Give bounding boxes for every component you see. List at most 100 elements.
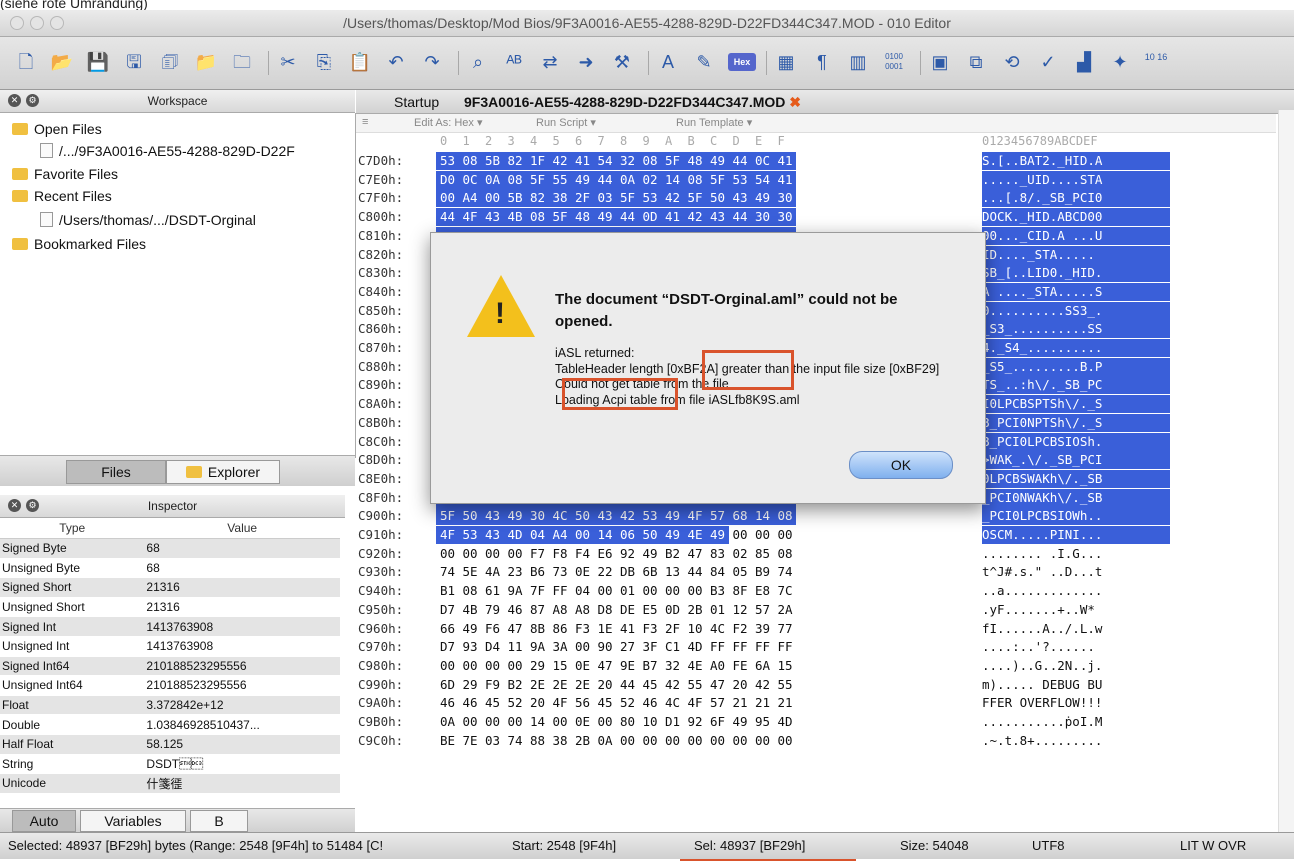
new-file-icon[interactable]: 🗋 bbox=[14, 50, 38, 74]
font-icon[interactable]: A bbox=[656, 50, 680, 74]
hex-byte[interactable]: 50 bbox=[463, 507, 485, 525]
ascii-text[interactable]: 0LPCBSWAKh\/._SB bbox=[982, 469, 1170, 488]
hex-byte[interactable]: 50 bbox=[575, 507, 597, 525]
hex-byte[interactable]: D7 bbox=[440, 638, 462, 656]
hex-byte[interactable]: 0E bbox=[575, 713, 597, 731]
hex-byte[interactable]: 30 bbox=[778, 208, 800, 226]
hex-byte[interactable]: 54 bbox=[755, 171, 777, 189]
hex-byte[interactable]: 41 bbox=[575, 152, 597, 170]
ascii-text[interactable]: ...........ṗoI.M bbox=[982, 713, 1170, 731]
hex-icon[interactable]: Hex bbox=[728, 53, 756, 71]
hex-byte[interactable]: 00 bbox=[463, 545, 485, 563]
hex-byte[interactable]: 10 bbox=[688, 620, 710, 638]
hex-byte[interactable]: 92 bbox=[688, 713, 710, 731]
hex-byte[interactable]: 4A bbox=[485, 563, 507, 581]
hex-byte[interactable]: 00 bbox=[710, 732, 732, 750]
hex-byte[interactable]: 00 bbox=[463, 657, 485, 675]
hex-byte[interactable]: 00 bbox=[440, 189, 462, 207]
hex-byte[interactable]: 47 bbox=[598, 657, 620, 675]
hex-byte[interactable]: 85 bbox=[755, 545, 777, 563]
hex-byte[interactable]: 00 bbox=[643, 582, 665, 600]
hex-byte[interactable]: 50 bbox=[643, 526, 665, 544]
hex-byte[interactable]: 0A bbox=[620, 171, 642, 189]
hex-byte[interactable]: 4B bbox=[508, 208, 530, 226]
hex-byte[interactable]: B1 bbox=[440, 582, 462, 600]
hex-byte[interactable]: F3 bbox=[575, 620, 597, 638]
ascii-text[interactable]: DOCK._HID.ABCD00 bbox=[982, 208, 1170, 227]
hex-byte[interactable]: 15 bbox=[553, 657, 575, 675]
hex-byte[interactable]: 0E bbox=[575, 563, 597, 581]
hex-byte[interactable]: 53 bbox=[440, 152, 462, 170]
hex-byte[interactable]: F2 bbox=[733, 620, 755, 638]
tab-auto[interactable]: Auto bbox=[12, 810, 76, 832]
ascii-text[interactable]: 00..._CID.A ...U bbox=[982, 226, 1170, 245]
favorite-files-item[interactable]: Favorite Files bbox=[12, 163, 367, 185]
ascii-text[interactable]: SB_[..LID0._HID. bbox=[982, 264, 1170, 283]
hex-byte[interactable]: 05 bbox=[733, 563, 755, 581]
col-value[interactable]: Value bbox=[144, 518, 340, 539]
hex-byte[interactable]: 0D bbox=[665, 601, 687, 619]
hex-byte[interactable]: 41 bbox=[778, 171, 800, 189]
hex-byte[interactable]: 74 bbox=[440, 563, 462, 581]
hex-byte[interactable]: B6 bbox=[530, 563, 552, 581]
hex-byte[interactable]: 53 bbox=[463, 526, 485, 544]
hex-byte[interactable]: 29 bbox=[530, 657, 552, 675]
hex-byte[interactable]: 03 bbox=[485, 732, 507, 750]
hex-byte[interactable]: 23 bbox=[508, 563, 530, 581]
hex-byte[interactable]: A4 bbox=[463, 189, 485, 207]
ascii-text[interactable]: _PCI0NWAKh\/._SB bbox=[982, 488, 1170, 507]
save-icon[interactable]: 💾 bbox=[86, 50, 110, 74]
hex-byte[interactable]: 4C bbox=[710, 620, 732, 638]
hex-byte[interactable]: 01 bbox=[620, 582, 642, 600]
save-all-icon[interactable]: 🗊 bbox=[158, 50, 182, 74]
hex-byte[interactable]: 46 bbox=[440, 694, 462, 712]
hex-byte[interactable]: 0A bbox=[485, 171, 507, 189]
hex-byte[interactable]: 42 bbox=[553, 152, 575, 170]
options-panel-icon[interactable]: ⚙ bbox=[26, 499, 39, 512]
hex-byte[interactable]: 88 bbox=[530, 732, 552, 750]
paste-icon[interactable]: 📋 bbox=[348, 50, 372, 74]
hex-byte[interactable]: 47 bbox=[688, 545, 710, 563]
inspector-row[interactable]: Unsigned Short 21316 bbox=[0, 597, 340, 618]
hex-byte[interactable]: A8 bbox=[553, 601, 575, 619]
hex-byte[interactable]: 08 bbox=[778, 507, 800, 525]
ascii-text[interactable]: t^J#.s." ..D...t bbox=[982, 563, 1170, 581]
hex-byte[interactable]: 00 bbox=[485, 189, 507, 207]
hex-byte[interactable]: 00 bbox=[485, 545, 507, 563]
hex-byte[interactable]: 00 bbox=[440, 545, 462, 563]
hex-byte[interactable]: 57 bbox=[710, 507, 732, 525]
hex-byte[interactable]: 95 bbox=[755, 713, 777, 731]
hex-byte[interactable]: 00 bbox=[778, 526, 800, 544]
hex-byte[interactable]: 43 bbox=[485, 526, 507, 544]
hex-byte[interactable]: 0C bbox=[463, 171, 485, 189]
hex-byte[interactable]: 93 bbox=[463, 638, 485, 656]
hex-byte[interactable]: 45 bbox=[598, 694, 620, 712]
hex-byte[interactable]: 5E bbox=[463, 563, 485, 581]
hex-byte[interactable]: 32 bbox=[620, 152, 642, 170]
hex-byte[interactable]: E5 bbox=[643, 601, 665, 619]
hex-byte[interactable]: 84 bbox=[710, 563, 732, 581]
hex-byte[interactable]: 4F bbox=[440, 526, 462, 544]
tab-startup[interactable]: Startup bbox=[394, 92, 439, 112]
inspector-row[interactable]: Float 3.372842e+12 bbox=[0, 695, 340, 716]
hex-byte[interactable]: 83 bbox=[710, 545, 732, 563]
hex-byte[interactable]: 14 bbox=[530, 713, 552, 731]
hex-byte[interactable]: 74 bbox=[778, 563, 800, 581]
hex-byte[interactable]: 2B bbox=[575, 732, 597, 750]
hex-byte[interactable]: 49 bbox=[508, 507, 530, 525]
hex-byte[interactable]: 21 bbox=[755, 694, 777, 712]
hex-byte[interactable]: 2A bbox=[778, 601, 800, 619]
hex-byte[interactable]: 86 bbox=[553, 620, 575, 638]
hex-byte[interactable]: 43 bbox=[485, 507, 507, 525]
hex-byte[interactable]: 4E bbox=[688, 657, 710, 675]
hex-byte[interactable]: 53 bbox=[733, 171, 755, 189]
hex-byte[interactable]: 04 bbox=[530, 526, 552, 544]
hex-byte[interactable]: 44 bbox=[733, 208, 755, 226]
hex-byte[interactable]: F8 bbox=[553, 545, 575, 563]
hex-byte[interactable]: 45 bbox=[485, 694, 507, 712]
inspector-row[interactable]: Unsigned Int 1413763908 bbox=[0, 636, 340, 657]
hex-byte[interactable]: A0 bbox=[710, 657, 732, 675]
ascii-text[interactable]: B_PCI0NPTSh\/._S bbox=[982, 413, 1170, 432]
hex-byte[interactable]: 5F bbox=[530, 171, 552, 189]
hex-byte[interactable]: D8 bbox=[598, 601, 620, 619]
